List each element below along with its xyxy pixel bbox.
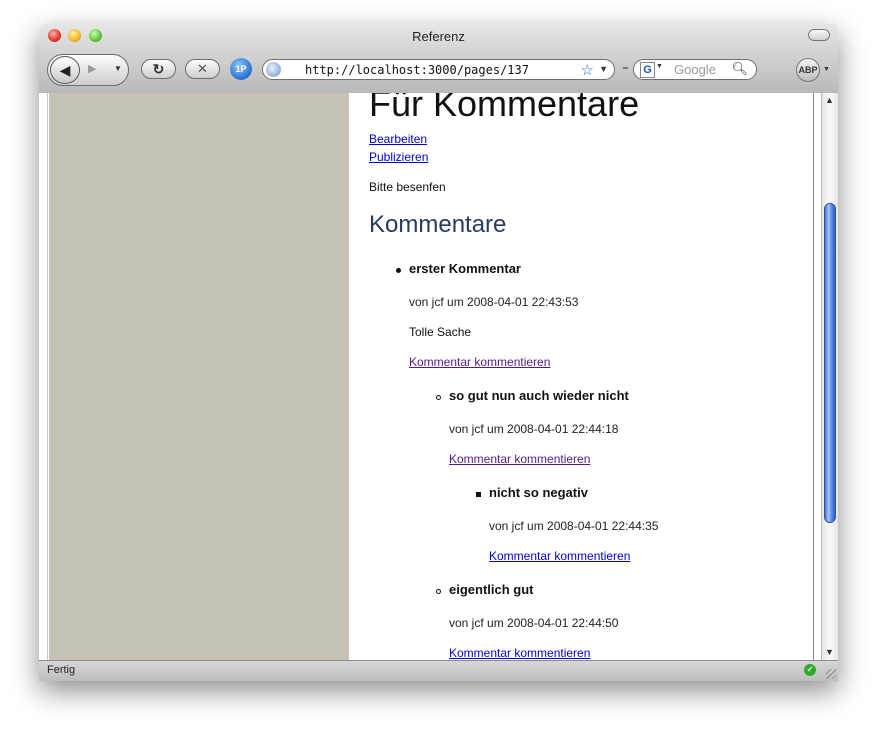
history-nav: ◀ ▶ ▼ <box>47 54 129 86</box>
search-engine-dropdown-icon[interactable]: ▼ <box>656 63 663 70</box>
url-dropdown-icon[interactable]: ▼ <box>599 64 608 74</box>
close-window-button[interactable] <box>48 29 61 42</box>
list-bullet <box>436 589 441 594</box>
window-title: Referenz <box>412 29 465 44</box>
vertical-scrollbar[interactable]: ▲ ▼ <box>821 93 838 660</box>
comment-title: nicht so negativ <box>489 485 588 500</box>
page-body-text: Bitte besenfen <box>369 180 446 194</box>
stop-button[interactable]: ✕ <box>185 59 220 79</box>
search-field[interactable]: G ▼ Google 🔍︎ <box>633 59 757 80</box>
security-check-icon: ✓ <box>804 664 816 676</box>
comment-meta: von jcf um 2008-04-01 22:44:50 <box>449 616 619 630</box>
status-bar: Fertig ✓ <box>39 660 838 681</box>
search-placeholder: Google <box>674 62 716 77</box>
reply-link[interactable]: Kommentar kommentieren <box>489 549 630 563</box>
reply-link[interactable]: Kommentar kommentieren <box>409 355 550 369</box>
minimize-window-button[interactable] <box>68 29 81 42</box>
toolbar-divider <box>623 67 628 69</box>
adblock-dropdown-icon[interactable]: ▼ <box>823 66 830 73</box>
comment-meta: von jcf um 2008-04-01 22:44:35 <box>489 519 659 533</box>
scroll-thumb[interactable] <box>824 203 836 523</box>
content-right-border <box>813 93 814 660</box>
history-dropdown-icon[interactable]: ▼ <box>114 64 122 73</box>
globe-icon <box>266 62 281 77</box>
publish-link[interactable]: Publizieren <box>369 150 428 164</box>
google-icon[interactable]: G <box>640 62 655 78</box>
adblock-button[interactable]: ABP <box>796 58 820 82</box>
comment-title: eigentlich gut <box>449 582 534 597</box>
comment-meta: von jcf um 2008-04-01 22:44:18 <box>449 422 619 436</box>
sidebar <box>49 93 349 660</box>
url-text[interactable]: http://localhost:3000/pages/137 <box>305 63 529 77</box>
reload-button[interactable]: ↻ <box>141 59 176 79</box>
browser-window: Referenz ◀ ▶ ▼ ↻ ✕ 1P http://localhost:3… <box>39 24 838 681</box>
edit-link[interactable]: Bearbeiten <box>369 132 427 146</box>
scroll-down-icon[interactable]: ▼ <box>825 647 834 657</box>
comments-heading: Kommentare <box>369 211 507 238</box>
toolbar: Referenz ◀ ▶ ▼ ↻ ✕ 1P http://localhost:3… <box>39 24 838 94</box>
list-bullet <box>436 395 441 400</box>
comment-title: so gut nun auch wieder nicht <box>449 388 629 403</box>
address-bar[interactable]: http://localhost:3000/pages/137 ☆ ▼ <box>262 59 615 80</box>
back-arrow-icon: ◀ <box>59 61 71 78</box>
bookmark-star-icon[interactable]: ☆ <box>581 61 594 79</box>
comment-title: erster Kommentar <box>409 261 521 276</box>
page-viewport: Für Kommentare Bearbeiten Publizieren Bi… <box>39 93 821 660</box>
list-bullet <box>476 492 481 497</box>
stop-icon: ✕ <box>197 61 208 76</box>
status-text: Fertig <box>47 664 76 676</box>
scroll-up-icon[interactable]: ▲ <box>825 95 834 105</box>
forward-button[interactable]: ▶ <box>88 62 96 75</box>
main-content: Für Kommentare Bearbeiten Publizieren Bi… <box>369 93 809 660</box>
reply-link[interactable]: Kommentar kommentieren <box>449 452 590 466</box>
comment-text: Tolle Sache <box>409 325 472 339</box>
reload-icon: ↻ <box>152 60 165 77</box>
onepassword-button[interactable]: 1P <box>230 58 252 80</box>
reply-link[interactable]: Kommentar kommentieren <box>449 646 590 660</box>
toggle-toolbar-button[interactable] <box>808 29 830 41</box>
list-bullet <box>396 268 401 273</box>
zoom-window-button[interactable] <box>89 29 102 42</box>
page-title: Für Kommentare <box>369 93 640 124</box>
back-button[interactable]: ◀ <box>50 56 80 84</box>
resize-grip-icon[interactable] <box>826 669 836 679</box>
comment-meta: von jcf um 2008-04-01 22:43:53 <box>409 295 579 309</box>
search-icon[interactable]: 🔍︎ <box>731 61 748 77</box>
left-margin <box>39 93 48 660</box>
